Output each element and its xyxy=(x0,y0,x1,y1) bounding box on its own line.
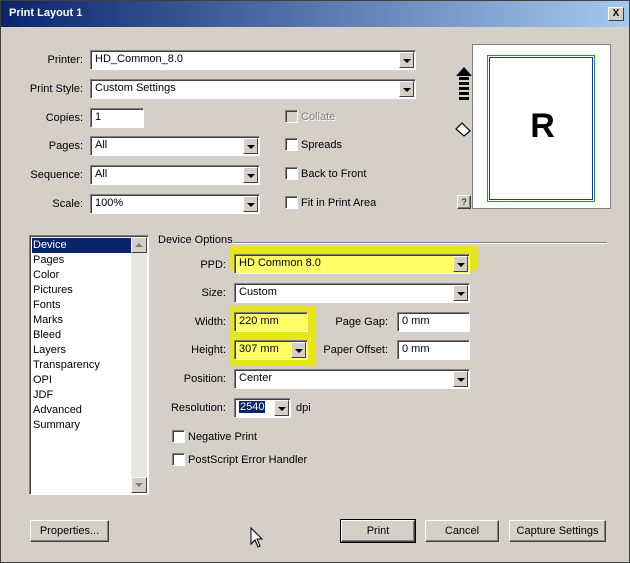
size-value: Custom xyxy=(239,286,277,298)
sequence-select[interactable]: All xyxy=(90,165,260,185)
sidebar-list[interactable]: Device Pages Color Pictures Fonts Marks … xyxy=(29,235,149,495)
chevron-down-icon[interactable] xyxy=(274,400,289,416)
spreads-checkbox[interactable] xyxy=(285,138,298,151)
sidebar-item-color[interactable]: Color xyxy=(32,268,134,283)
chevron-up-icon xyxy=(135,243,143,247)
copies-label: Copies: xyxy=(45,112,83,124)
ppd-label: PPD: xyxy=(200,259,226,271)
help-button[interactable]: ? xyxy=(457,195,471,209)
back-to-front-label: Back to Front xyxy=(301,168,367,180)
page-preview: R xyxy=(472,44,611,209)
width-input[interactable]: 220 mm xyxy=(234,312,308,332)
scale-label: Scale: xyxy=(52,198,83,210)
back-to-front-checkbox[interactable] xyxy=(285,167,298,180)
page-gap-label: Page Gap: xyxy=(335,316,388,328)
negative-print-label: Negative Print xyxy=(188,431,258,443)
resolution-select[interactable]: 2540 xyxy=(234,398,291,418)
sidebar-item-jdf[interactable]: JDF xyxy=(32,388,134,403)
resolution-value: 2540 xyxy=(239,401,266,413)
height-select[interactable]: 307 mm xyxy=(234,340,308,360)
chevron-down-icon[interactable] xyxy=(399,81,414,97)
section-divider xyxy=(233,242,607,244)
sidebar-scrollbar[interactable] xyxy=(131,237,147,493)
pages-label: Pages: xyxy=(48,140,83,152)
pages-value: All xyxy=(95,139,108,151)
fit-in-print-area-label: Fit in Print Area xyxy=(301,197,377,209)
sidebar-item-device[interactable]: Device xyxy=(32,238,134,253)
sidebar-item-summary[interactable]: Summary xyxy=(32,418,134,433)
cancel-button[interactable]: Cancel xyxy=(425,520,499,542)
preview-letter: R xyxy=(530,107,555,145)
spreads-label: Spreads xyxy=(301,139,342,151)
sidebar-item-bleed[interactable]: Bleed xyxy=(32,328,134,343)
print-dialog: Print Layout 1 X Printer: HD_Common_8.0 … xyxy=(0,0,630,563)
capture-settings-button[interactable]: Capture Settings xyxy=(509,520,606,542)
properties-button[interactable]: Properties... xyxy=(30,520,109,542)
sidebar-item-pages[interactable]: Pages xyxy=(32,253,134,268)
collate-checkbox[interactable] xyxy=(285,110,298,123)
sidebar-item-fonts[interactable]: Fonts xyxy=(32,298,134,313)
scroll-up-button[interactable] xyxy=(131,237,147,253)
position-label: Position: xyxy=(183,373,226,385)
sequence-label: Sequence: xyxy=(30,169,83,181)
chevron-down-icon[interactable] xyxy=(453,371,468,387)
sidebar-item-marks[interactable]: Marks xyxy=(32,313,134,328)
pages-select[interactable]: All xyxy=(90,136,260,156)
ppd-select[interactable]: HD Common 8.0 xyxy=(234,254,470,274)
copies-input[interactable]: 1 xyxy=(90,108,144,128)
size-label: Size: xyxy=(201,287,226,299)
title-bar: Print Layout 1 X xyxy=(1,1,629,27)
printer-label: Printer: xyxy=(47,54,83,66)
print-style-value: Custom Settings xyxy=(95,82,176,94)
close-button[interactable]: X xyxy=(608,7,624,21)
print-style-label: Print Style: xyxy=(29,83,83,95)
position-value: Center xyxy=(239,372,273,384)
paper-offset-label: Paper Offset: xyxy=(323,344,388,356)
printer-value: HD_Common_8.0 xyxy=(95,53,184,65)
printer-select[interactable]: HD_Common_8.0 xyxy=(90,50,416,70)
sidebar-item-layers[interactable]: Layers xyxy=(32,343,134,358)
mouse-cursor-icon xyxy=(250,527,264,548)
resolution-label: Resolution: xyxy=(170,402,226,414)
postscript-error-label: PostScript Error Handler xyxy=(188,454,308,466)
resolution-unit: dpi xyxy=(296,402,311,414)
paper-offset-input[interactable]: 0 mm xyxy=(397,340,470,360)
width-label: Width: xyxy=(194,316,226,328)
chevron-down-icon[interactable] xyxy=(243,138,258,154)
position-select[interactable]: Center xyxy=(234,369,470,389)
ppd-value: HD Common 8.0 xyxy=(239,257,321,269)
sidebar-item-pictures[interactable]: Pictures xyxy=(32,283,134,298)
chevron-down-icon[interactable] xyxy=(243,196,258,212)
sidebar-item-opi[interactable]: OPI xyxy=(32,373,134,388)
size-select[interactable]: Custom xyxy=(234,283,470,303)
height-value: 307 mm xyxy=(239,343,279,355)
scroll-down-button[interactable] xyxy=(131,477,147,493)
chevron-down-icon xyxy=(135,483,143,487)
sidebar-item-transparency[interactable]: Transparency xyxy=(32,358,134,373)
chevron-down-icon[interactable] xyxy=(453,285,468,301)
chevron-down-icon[interactable] xyxy=(243,167,258,183)
postscript-error-checkbox[interactable] xyxy=(172,453,185,466)
page-gap-input[interactable]: 0 mm xyxy=(397,312,470,332)
feed-direction-icon[interactable] xyxy=(455,67,473,101)
chevron-down-icon[interactable] xyxy=(291,342,306,358)
chevron-down-icon[interactable] xyxy=(453,256,468,272)
print-button[interactable]: Print xyxy=(340,519,416,543)
fit-in-print-area-checkbox[interactable] xyxy=(285,196,298,209)
collate-label: Collate xyxy=(301,111,336,123)
scale-select[interactable]: 100% xyxy=(90,194,260,214)
scale-value: 100% xyxy=(95,197,124,209)
window-title: Print Layout 1 xyxy=(9,7,83,19)
print-style-select[interactable]: Custom Settings xyxy=(90,79,416,99)
device-options-title: Device Options xyxy=(158,234,233,246)
chevron-down-icon[interactable] xyxy=(399,52,414,68)
negative-print-checkbox[interactable] xyxy=(172,430,185,443)
height-label: Height: xyxy=(191,344,226,356)
rotate-page-icon[interactable] xyxy=(454,121,472,137)
sidebar-item-advanced[interactable]: Advanced xyxy=(32,403,134,418)
sequence-value: All xyxy=(95,168,108,180)
